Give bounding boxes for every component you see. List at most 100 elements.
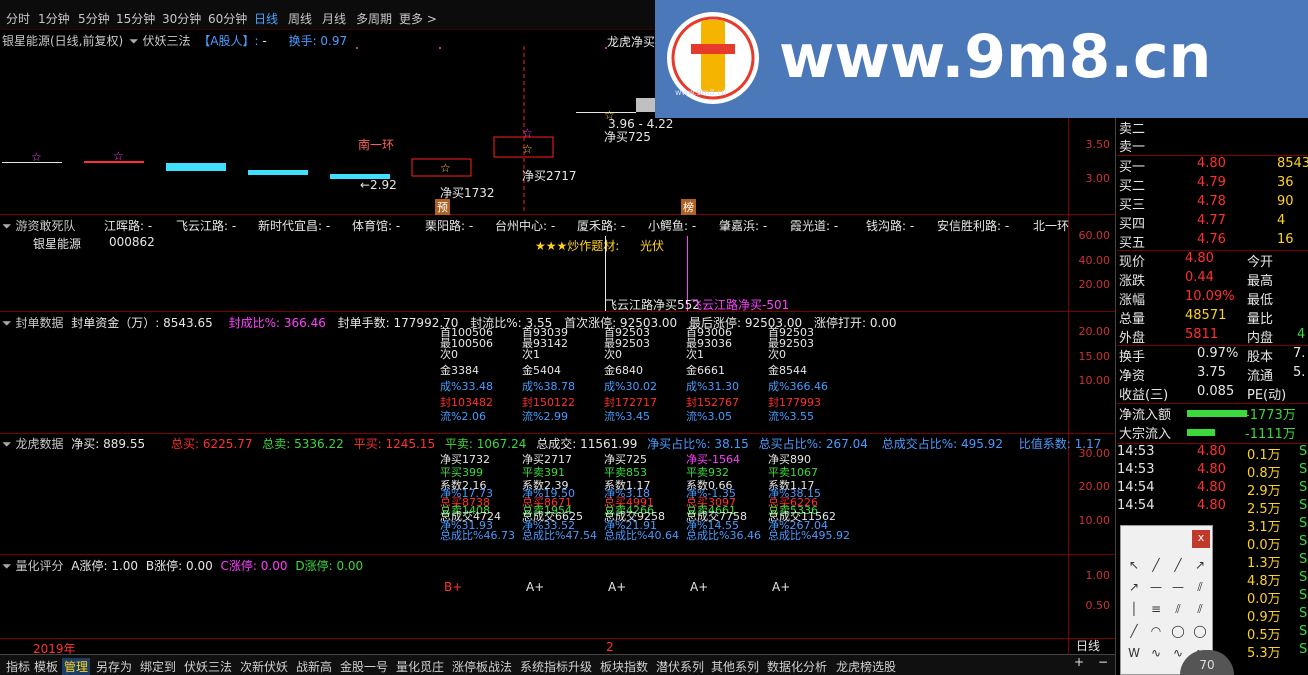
parallel-icon[interactable]: ⫽ (1169, 600, 1187, 618)
forecast-badge: 预 (435, 199, 450, 215)
tab-multi-period[interactable]: 多周期 (356, 10, 392, 27)
tab-60min[interactable]: 60分钟 (208, 10, 247, 27)
tab-cixin[interactable]: 次新伏妖 (238, 658, 290, 675)
fengdan-cell: 金3384 (440, 364, 479, 377)
net-buy-label: 净买2717 (522, 169, 577, 183)
tick-time: 14:53 (1117, 444, 1155, 459)
tab-indicator[interactable]: 指标 (4, 658, 32, 675)
tab-qianfu[interactable]: 潜伏系列 (654, 658, 706, 675)
grade-label: A+ (608, 580, 627, 594)
tab-monthly[interactable]: 月线 (322, 10, 346, 27)
score-a: A涨停: 1.00 (71, 559, 139, 573)
parallel-icon[interactable]: ⫽ (1191, 600, 1209, 618)
tick-volume: 1.3万 (1247, 556, 1281, 571)
tab-weekly[interactable]: 周线 (288, 10, 312, 27)
stat-label: 收益(三) (1119, 388, 1169, 403)
tick-price: 4.80 (1197, 462, 1226, 477)
tab-lhb-select[interactable]: 龙虎榜选股 (834, 658, 898, 675)
wave-icon[interactable]: W (1125, 644, 1143, 662)
fengdan-cell: 金6661 (686, 364, 725, 377)
arc-icon[interactable]: ◠ (1147, 622, 1165, 640)
tab-1min[interactable]: 1分钟 (38, 10, 70, 27)
chevron-down-icon[interactable]: ⏷ (2, 219, 12, 233)
y-axis-label: 15.00 (1078, 350, 1111, 363)
chevron-down-icon[interactable]: ⏷ (2, 559, 12, 573)
score-b: B涨停: 0.00 (145, 559, 213, 573)
fengdan-cell: 成%30.02 (604, 380, 657, 393)
tab-more[interactable]: 更多 > (399, 10, 437, 27)
tab-zhanxingao[interactable]: 战新高 (294, 658, 334, 675)
vline-icon[interactable]: │ (1125, 600, 1143, 618)
tab-sector-index[interactable]: 板块指数 (598, 658, 650, 675)
tab-zhangting[interactable]: 涨停板战法 (450, 658, 514, 675)
time-axis-month: 2 (606, 640, 614, 654)
buy-price: 4.80 (1197, 156, 1226, 171)
tab-5min[interactable]: 5分钟 (78, 10, 110, 27)
tick-volume: 4.8万 (1247, 574, 1281, 589)
quote-label: 最低 (1247, 293, 1274, 308)
tab-data-analysis[interactable]: 数据化分析 (765, 658, 829, 675)
annotation-label: 南一环 (358, 138, 395, 152)
chevron-down-icon[interactable]: ⏷ (2, 316, 12, 330)
hline-icon[interactable]: — (1147, 578, 1165, 596)
grade-label: A+ (772, 580, 791, 594)
fengdan-cell: 成%31.30 (686, 380, 739, 393)
close-button[interactable]: x (1192, 530, 1210, 548)
tab-system-upgrade[interactable]: 系统指标升级 (518, 658, 594, 675)
stat-value: 7. (1293, 346, 1306, 361)
logo-icon (667, 12, 759, 104)
hline-icon[interactable]: — (1169, 578, 1187, 596)
tick-side: S (1299, 534, 1308, 549)
ray-icon[interactable]: ↗ (1125, 578, 1143, 596)
fib-icon[interactable]: ≡ (1147, 600, 1165, 618)
line-icon[interactable]: ╱ (1169, 556, 1187, 574)
fengdan-cell: 流%2.06 (440, 410, 486, 423)
tick-volume: 0.0万 (1247, 592, 1281, 607)
tab-15min[interactable]: 15分钟 (116, 10, 155, 27)
tick-side: S (1299, 588, 1308, 603)
quote-grid: 现价 4.80 今开 涨跌 0.44 最高 涨幅 10.09% 最低 总量 48571 量比 外盘 581… (1117, 251, 1308, 346)
tick-side: S (1299, 444, 1308, 459)
tab-daily[interactable]: 日线 (254, 10, 278, 27)
tab-mizhuang[interactable]: 量化觅庄 (394, 658, 446, 675)
tab-template[interactable]: 模板 (32, 658, 60, 675)
tab-fuyao[interactable]: 伏妖三法 (182, 658, 234, 675)
circle-icon[interactable]: ◯ (1169, 622, 1187, 640)
longhu-cell: 总成比%36.46 (686, 529, 761, 542)
fengdan-cell: 金5404 (522, 364, 561, 377)
cursor-icon[interactable]: ↖ (1125, 556, 1143, 574)
tab-30min[interactable]: 30分钟 (162, 10, 201, 27)
tab-other[interactable]: 其他系列 (709, 658, 761, 675)
tab-manage[interactable]: 管理 (62, 658, 91, 675)
tab-save-as[interactable]: 另存为 (94, 658, 134, 675)
tab-bind-to[interactable]: 绑定到 (138, 658, 178, 675)
route-label: 肇嘉浜: - (719, 219, 768, 233)
sell-label: 卖一 (1119, 140, 1146, 155)
quote-label: 最高 (1247, 274, 1274, 289)
wave-icon[interactable]: ∿ (1147, 644, 1165, 662)
lh-total-buy: 总买: 6225.77 (170, 437, 253, 451)
quote-value: 5811 (1185, 327, 1219, 342)
tab-fenshi[interactable]: 分时 (6, 10, 30, 27)
zoom-out-button[interactable]: − (1098, 655, 1108, 669)
pane-title[interactable]: 封单数据 (15, 316, 63, 330)
pane-title[interactable]: 量化评分 (15, 559, 63, 573)
zoom-in-button[interactable]: + (1074, 655, 1084, 669)
chevron-down-icon[interactable]: ⏷ (2, 437, 12, 451)
longhu-cell: 总成比%46.73 (440, 529, 515, 542)
flow-grid: 净流入额 -1773万 大宗流入 -1111万 (1117, 404, 1308, 444)
pane-title[interactable]: 龙虎数据 (15, 437, 63, 451)
tick-side: S (1299, 516, 1308, 531)
ray-icon[interactable]: ↗ (1191, 556, 1209, 574)
tab-jingu[interactable]: 金股一号 (338, 658, 390, 675)
circle-icon[interactable]: ◯ (1191, 622, 1209, 640)
candle (636, 98, 656, 112)
line-icon[interactable]: ╱ (1147, 556, 1165, 574)
buy-label: 买一 (1119, 160, 1146, 175)
fengdan-cell: 次0 (604, 348, 622, 361)
sell-label: 卖二 (1119, 122, 1146, 137)
line-icon[interactable]: ╱ (1125, 622, 1143, 640)
divider (0, 638, 1115, 639)
pane-title[interactable]: 游资敢死队 (15, 219, 75, 233)
parallel-icon[interactable]: ⫽ (1191, 578, 1209, 596)
